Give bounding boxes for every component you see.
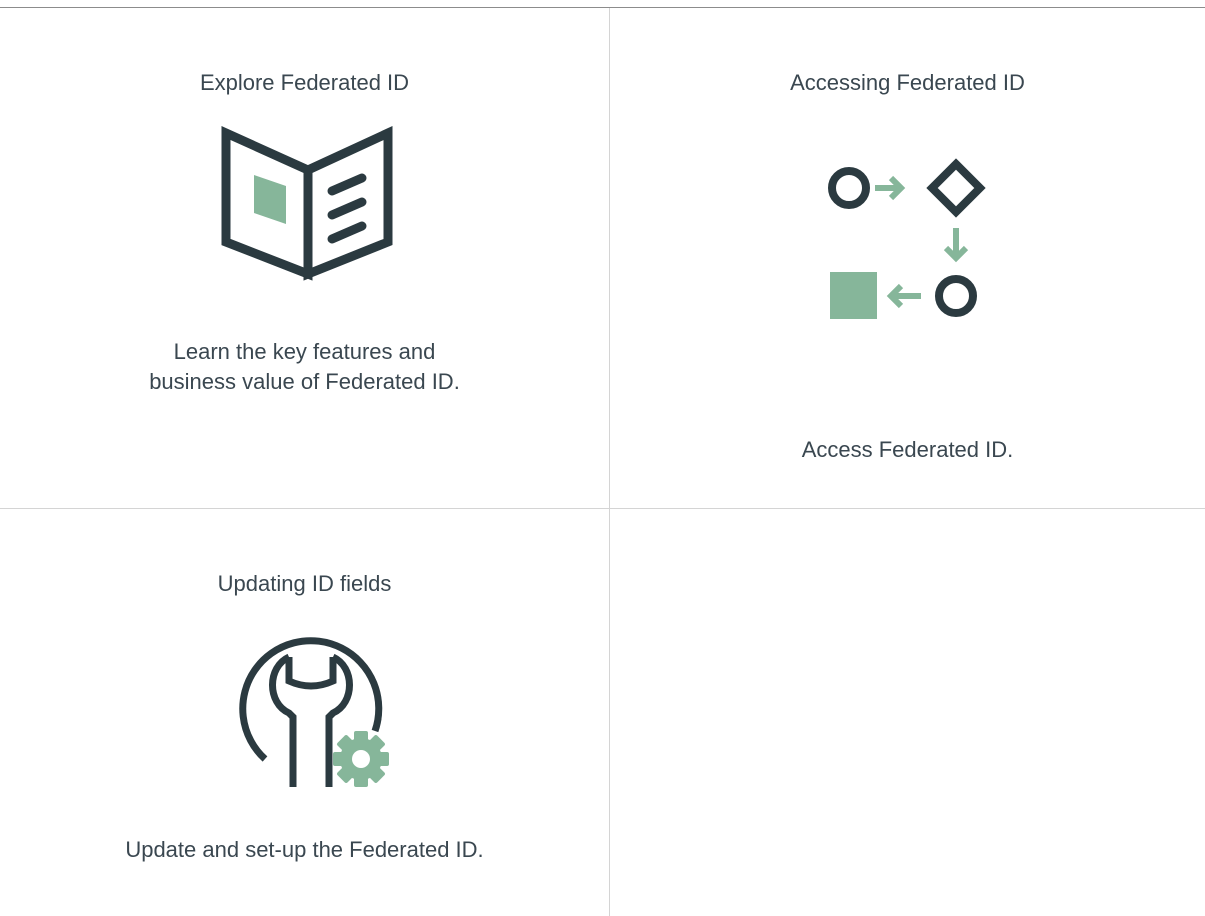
card-grid: Explore Federated ID Learn the key featu… (0, 0, 1205, 916)
description-line: Access Federated ID. (801, 437, 1014, 462)
description-line: business value of Federated ID. (149, 369, 460, 394)
card-title[interactable]: Accessing Federated ID (610, 70, 1205, 96)
card-description: Update and set-up the Federated ID. (0, 835, 609, 865)
card-title[interactable]: Updating ID fields (0, 571, 609, 597)
card-title[interactable]: Explore Federated ID (0, 70, 609, 96)
description-line: Update and set-up the Federated ID. (125, 837, 484, 862)
description-line: Learn the key features and (173, 339, 436, 364)
wrench-gear-icon (225, 619, 395, 789)
workflow-icon (825, 158, 1005, 328)
card-accessing-federated-id[interactable]: Accessing Federated ID Access Federated … (610, 8, 1205, 508)
card-updating-id-fields[interactable]: Updating ID fields Update and set-up the… (0, 509, 609, 916)
card-description: Learn the key features and business valu… (0, 337, 609, 397)
card-explore-federated-id[interactable]: Explore Federated ID Learn the key featu… (0, 8, 609, 508)
card-description: Access Federated ID. (610, 435, 1205, 465)
open-book-icon (212, 120, 402, 285)
